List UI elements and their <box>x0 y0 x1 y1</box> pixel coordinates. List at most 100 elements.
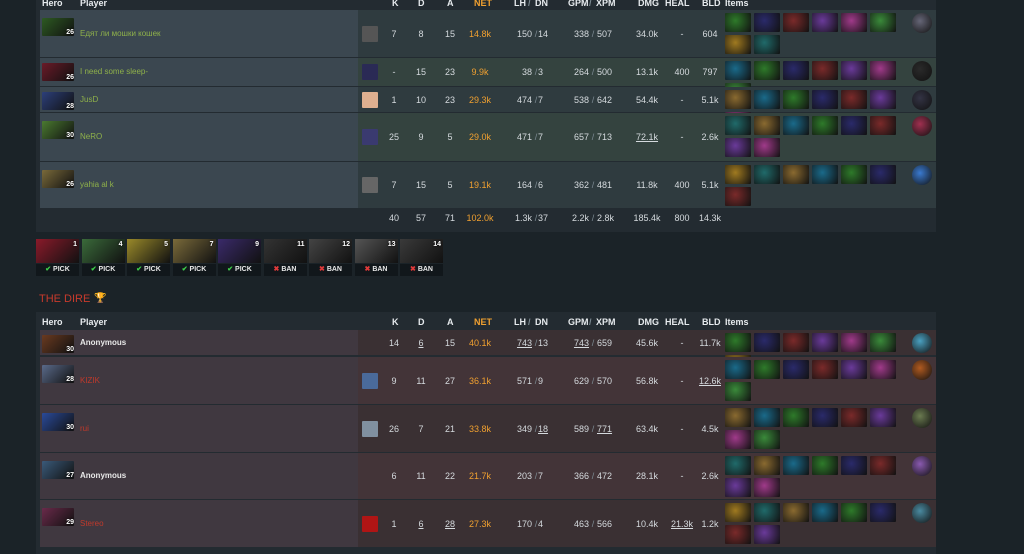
player-row[interactable]: 30 NeRO 25 9 5 29.0k 471/7 657/713 72.1k -2.6k <box>40 113 936 161</box>
item-icon[interactable] <box>841 456 867 475</box>
item-icon[interactable] <box>812 90 838 109</box>
col-net[interactable]: NET <box>474 0 492 8</box>
item-icon[interactable] <box>754 478 780 497</box>
item-icon[interactable] <box>812 408 838 427</box>
player-name-link[interactable]: NeRO <box>80 132 102 141</box>
player-avatar[interactable] <box>362 129 378 145</box>
item-icon[interactable] <box>870 456 896 475</box>
item-icon[interactable] <box>841 360 867 379</box>
item-icon[interactable] <box>870 13 896 32</box>
item-icon[interactable] <box>754 35 780 54</box>
hero-portrait[interactable]: 30 <box>42 121 74 139</box>
item-icon[interactable] <box>812 333 838 352</box>
player-avatar[interactable] <box>362 26 378 42</box>
item-icon[interactable] <box>725 430 751 449</box>
player-row[interactable]: 26 I need some sleep- -15 23 9.9k 38/3 264/500… <box>40 58 936 102</box>
item-icon[interactable] <box>725 360 751 379</box>
player-avatar[interactable] <box>362 373 378 389</box>
player-row[interactable]: 30 Anonymous 14 6 15 40.1k 743/13 743/659 45.6k -… <box>40 330 936 374</box>
neutral-item-icon[interactable] <box>912 360 932 380</box>
item-icon[interactable] <box>841 503 867 522</box>
item-icon[interactable] <box>783 333 809 352</box>
draft-pick[interactable]: 4 ✔ PICK <box>81 239 125 276</box>
item-icon[interactable] <box>783 61 809 80</box>
item-icon[interactable] <box>725 116 751 135</box>
item-icon[interactable] <box>725 165 751 184</box>
hero-portrait[interactable]: 30 <box>42 413 74 431</box>
neutral-item-icon[interactable] <box>912 408 932 428</box>
item-icon[interactable] <box>783 456 809 475</box>
col-xpm[interactable]: XPM <box>596 317 616 327</box>
col-heal[interactable]: HEAL <box>665 317 690 327</box>
item-icon[interactable] <box>754 138 780 157</box>
player-row[interactable]: 27 Anonymous 6 11 22 21.7k 203/7 366/472 28.1k -2… <box>40 453 936 499</box>
player-name-link[interactable]: Едят ли мошки кошек <box>80 29 161 38</box>
draft-ban[interactable]: 12 ✖ BAN <box>309 239 352 276</box>
col-d[interactable]: D <box>418 317 425 327</box>
item-icon[interactable] <box>870 408 896 427</box>
item-icon[interactable] <box>725 408 751 427</box>
hero-portrait[interactable]: 26 <box>42 63 74 81</box>
hero-portrait[interactable]: 28 <box>42 92 74 110</box>
player-row[interactable]: 26 Едят ли мошки кошек 7 8 15 14.8k 150/14 338/… <box>40 10 936 57</box>
item-icon[interactable] <box>870 503 896 522</box>
draft-pick[interactable]: 5 ✔ PICK <box>127 239 170 276</box>
neutral-item-icon[interactable] <box>912 333 932 353</box>
item-icon[interactable] <box>870 116 896 135</box>
neutral-item-icon[interactable] <box>912 503 932 523</box>
player-row[interactable]: 29 Stereo 1 6 28 27.3k 170/4 463/566 10.4k 21.3k 1… <box>40 500 936 547</box>
item-icon[interactable] <box>783 360 809 379</box>
item-icon[interactable] <box>754 525 780 544</box>
player-row[interactable]: 28 KIZIK 9 11 27 36.1k 571/9 629/570 56.8k -12.6k <box>40 357 936 404</box>
player-name-link[interactable]: Anonymous <box>80 338 126 347</box>
item-icon[interactable] <box>812 503 838 522</box>
hero-portrait[interactable]: 29 <box>42 508 74 526</box>
item-icon[interactable] <box>783 165 809 184</box>
item-icon[interactable] <box>754 333 780 352</box>
item-icon[interactable] <box>812 165 838 184</box>
item-icon[interactable] <box>725 138 751 157</box>
col-xpm[interactable]: XPM <box>596 0 616 8</box>
neutral-item-icon[interactable] <box>912 165 932 185</box>
player-name-link[interactable]: JusD <box>80 95 98 104</box>
item-icon[interactable] <box>870 165 896 184</box>
item-icon[interactable] <box>725 456 751 475</box>
col-k[interactable]: K <box>392 0 399 8</box>
item-icon[interactable] <box>725 90 751 109</box>
item-icon[interactable] <box>754 430 780 449</box>
item-icon[interactable] <box>754 116 780 135</box>
draft-ban[interactable]: 14 ✖ BAN <box>400 239 443 276</box>
neutral-item-icon[interactable] <box>912 61 932 81</box>
col-heal[interactable]: HEAL <box>665 0 690 8</box>
neutral-item-icon[interactable] <box>912 13 932 33</box>
neutral-item-icon[interactable] <box>912 116 932 136</box>
item-icon[interactable] <box>870 360 896 379</box>
col-dn[interactable]: DN <box>535 317 548 327</box>
player-avatar[interactable] <box>362 421 378 437</box>
item-icon[interactable] <box>725 13 751 32</box>
item-icon[interactable] <box>812 456 838 475</box>
player-name-link[interactable]: Stereo <box>80 519 104 528</box>
player-name-link[interactable]: yahia al k <box>80 180 114 189</box>
player-avatar[interactable] <box>362 92 378 108</box>
item-icon[interactable] <box>754 165 780 184</box>
col-bld[interactable]: BLD <box>702 317 721 327</box>
draft-pick[interactable]: 1 ✔ PICK <box>36 239 79 276</box>
item-icon[interactable] <box>812 360 838 379</box>
col-a[interactable]: A <box>447 0 454 8</box>
item-icon[interactable] <box>841 61 867 80</box>
item-icon[interactable] <box>754 456 780 475</box>
item-icon[interactable] <box>841 116 867 135</box>
col-lh[interactable]: LH <box>514 0 526 8</box>
item-icon[interactable] <box>841 90 867 109</box>
player-avatar[interactable] <box>362 177 378 193</box>
player-avatar[interactable] <box>362 516 378 532</box>
draft-pick[interactable]: 7 ✔ PICK <box>172 239 216 276</box>
col-lh[interactable]: LH <box>514 317 526 327</box>
hero-portrait[interactable]: 28 <box>42 365 74 383</box>
col-a[interactable]: A <box>447 317 454 327</box>
item-icon[interactable] <box>783 408 809 427</box>
player-row[interactable]: 28 JusD 1 10 23 29.3k 474/7 538/642 54.4k -5.1k <box>40 87 936 131</box>
item-icon[interactable] <box>841 165 867 184</box>
item-icon[interactable] <box>783 503 809 522</box>
